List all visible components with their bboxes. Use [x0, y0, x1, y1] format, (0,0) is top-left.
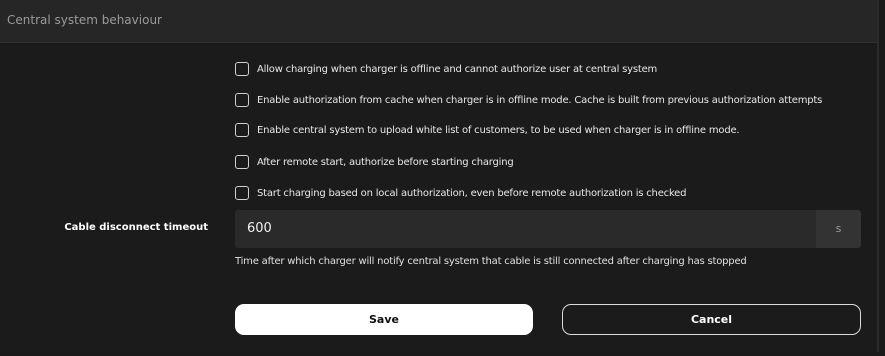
cancel-button[interactable]: Cancel [562, 304, 861, 335]
cable-timeout-field: 600 s [235, 210, 861, 248]
option-local-authorization-start[interactable]: Start charging based on local authorizat… [235, 185, 686, 201]
option-allow-offline-charging[interactable]: Allow charging when charger is offline a… [235, 61, 657, 77]
checkbox[interactable] [235, 62, 249, 76]
cable-timeout-input[interactable]: 600 [235, 210, 816, 248]
option-authorization-cache[interactable]: Enable authorization from cache when cha… [235, 92, 822, 108]
checkbox[interactable] [235, 186, 249, 200]
cable-timeout-label: Cable disconnect timeout [64, 222, 208, 233]
unit-suffix: s [816, 210, 861, 248]
option-label: Start charging based on local authorizat… [257, 187, 687, 199]
section-title: Central system behaviour [7, 13, 162, 27]
option-label: Enable authorization from cache when cha… [257, 94, 823, 106]
section-header: Central system behaviour [0, 0, 877, 43]
option-label: Enable central system to upload white li… [257, 124, 740, 136]
save-button[interactable]: Save [235, 304, 533, 335]
option-label: Allow charging when charger is offline a… [257, 63, 658, 75]
option-label: After remote start, authorize before sta… [257, 156, 514, 168]
option-white-list-upload[interactable]: Enable central system to upload white li… [235, 122, 740, 138]
checkbox[interactable] [235, 155, 249, 169]
checkbox[interactable] [235, 123, 249, 137]
cable-timeout-help: Time after which charger will notify cen… [235, 256, 747, 267]
settings-panel: Central system behaviour Allow charging … [0, 0, 879, 352]
option-authorize-after-remote-start[interactable]: After remote start, authorize before sta… [235, 154, 514, 170]
checkbox[interactable] [235, 93, 249, 107]
